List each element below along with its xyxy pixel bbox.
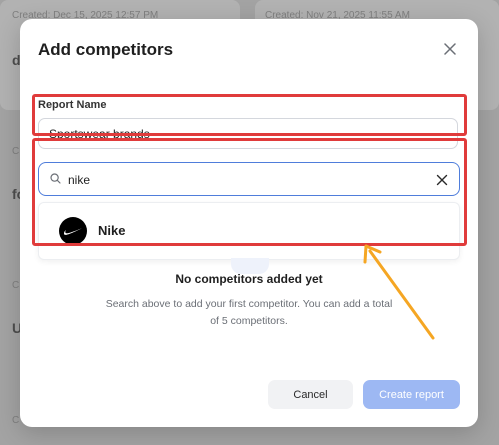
cancel-button[interactable]: Cancel bbox=[268, 380, 353, 409]
card-date-fragment: C bbox=[12, 146, 20, 157]
card-date-fragment: C bbox=[12, 280, 20, 291]
dialog-title: Add competitors bbox=[38, 40, 174, 59]
card-date-fragment: C bbox=[12, 415, 20, 426]
report-name-highlight-box bbox=[32, 94, 467, 136]
close-button[interactable] bbox=[441, 40, 459, 58]
empty-state-title: No competitors added yet bbox=[175, 272, 323, 286]
close-icon bbox=[444, 43, 456, 55]
empty-state-description: Search above to add your first competito… bbox=[105, 298, 393, 327]
create-report-button[interactable]: Create report bbox=[363, 380, 460, 409]
search-highlight-box bbox=[32, 138, 467, 246]
